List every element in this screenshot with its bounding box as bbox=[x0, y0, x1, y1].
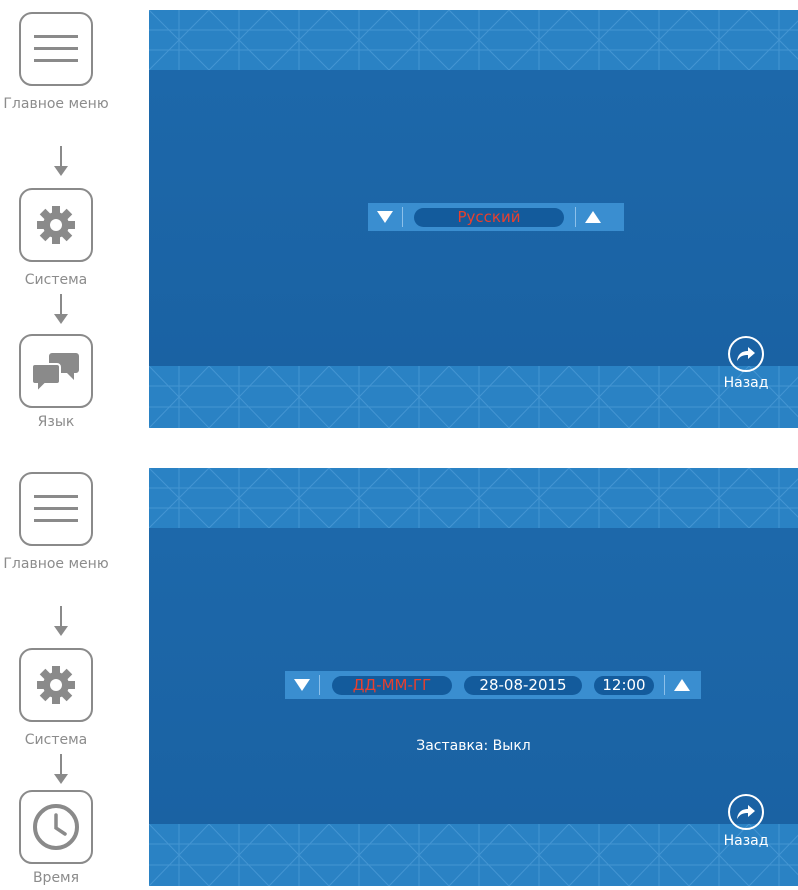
time-option[interactable]: 12:00 bbox=[594, 675, 654, 695]
next-option-button[interactable] bbox=[665, 671, 699, 699]
date-format-option[interactable]: ДД-ММ-ГГ bbox=[332, 675, 452, 695]
menu-icon bbox=[34, 35, 78, 62]
nav-time-label: Время bbox=[32, 870, 80, 886]
gear-icon bbox=[37, 206, 75, 244]
nav-system-button[interactable] bbox=[19, 648, 93, 722]
panel-language: Главное меню Система Язык Русский Назад bbox=[0, 0, 798, 430]
screensaver-status: Заставка: Выкл bbox=[416, 738, 531, 754]
back-label: Назад bbox=[723, 833, 769, 849]
prev-option-button[interactable] bbox=[368, 203, 402, 231]
back-button[interactable]: Назад bbox=[716, 794, 776, 849]
nav-system-button[interactable] bbox=[19, 188, 93, 262]
back-button[interactable]: Назад bbox=[716, 336, 776, 391]
nav-main-menu-button[interactable] bbox=[19, 472, 93, 546]
nav-language-button[interactable] bbox=[19, 334, 93, 408]
language-picker: Русский bbox=[368, 203, 624, 231]
nav-main-menu-label: Главное меню bbox=[3, 556, 109, 572]
nav-time-button[interactable] bbox=[19, 790, 93, 864]
nav-arrow bbox=[54, 146, 68, 178]
back-arrow-icon bbox=[728, 336, 764, 372]
prev-option-button[interactable] bbox=[285, 671, 319, 699]
top-band bbox=[149, 468, 798, 528]
bottom-band bbox=[149, 366, 798, 428]
nav-main-menu-label: Главное меню bbox=[3, 96, 109, 112]
nav-system-label: Система bbox=[24, 272, 88, 288]
time-picker: ДД-ММ-ГГ 28-08-2015 12:00 bbox=[285, 671, 701, 699]
down-triangle-icon bbox=[294, 679, 310, 691]
device-screen: ДД-ММ-ГГ 28-08-2015 12:00 Заставка: Выкл… bbox=[149, 468, 798, 886]
nav-path: Главное меню Система bbox=[0, 460, 120, 890]
nav-path: Главное меню Система bbox=[0, 0, 120, 430]
back-label: Назад bbox=[723, 375, 769, 391]
chat-icon bbox=[31, 353, 79, 395]
gear-icon bbox=[37, 666, 75, 704]
menu-icon bbox=[34, 495, 78, 522]
bottom-band bbox=[149, 824, 798, 886]
nav-main-menu-button[interactable] bbox=[19, 12, 93, 86]
nav-arrow bbox=[54, 754, 68, 786]
down-triangle-icon bbox=[377, 211, 393, 223]
nav-arrow bbox=[54, 606, 68, 638]
device-screen: Русский Назад bbox=[149, 10, 798, 428]
up-triangle-icon bbox=[585, 211, 601, 223]
nav-arrow bbox=[54, 294, 68, 326]
nav-system-label: Система bbox=[24, 732, 88, 748]
option-value[interactable]: Русский bbox=[414, 207, 564, 227]
next-option-button[interactable] bbox=[576, 203, 610, 231]
date-option[interactable]: 28-08-2015 bbox=[464, 675, 582, 695]
back-arrow-icon bbox=[728, 794, 764, 830]
clock-icon bbox=[33, 804, 79, 850]
nav-language-label: Язык bbox=[37, 414, 75, 430]
top-band bbox=[149, 10, 798, 70]
up-triangle-icon bbox=[674, 679, 690, 691]
panel-time: Главное меню Система Время ДД-ММ-ГГ 28-0… bbox=[0, 460, 798, 890]
